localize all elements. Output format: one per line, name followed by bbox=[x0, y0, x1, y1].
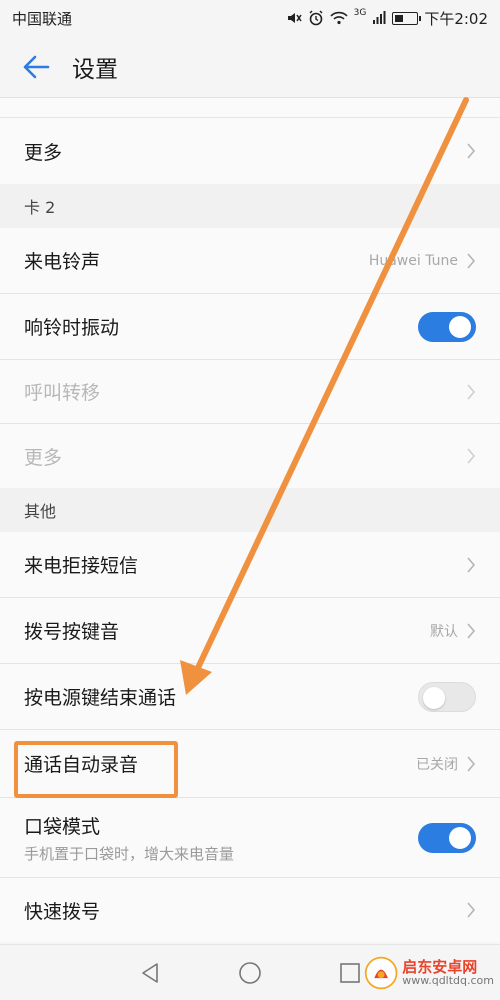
row-label: 更多 bbox=[24, 446, 63, 469]
row-label: 响铃时振动 bbox=[24, 317, 120, 339]
back-arrow-icon bbox=[23, 55, 50, 78]
signal-icon bbox=[373, 11, 386, 24]
section-header-other: 其他 bbox=[0, 488, 500, 532]
carrier-label: 中国联通 bbox=[12, 9, 73, 28]
chevron-right-icon bbox=[467, 448, 476, 464]
row-vibrate: 响铃时振动 bbox=[0, 294, 500, 360]
row-call-forwarding: 呼叫转移 bbox=[0, 360, 500, 424]
watermark-logo-icon bbox=[364, 956, 398, 990]
alarm-icon bbox=[309, 10, 323, 26]
app-bar: 设置 bbox=[0, 36, 500, 98]
row-value: Huawei Tune bbox=[368, 252, 458, 269]
row-ringtone[interactable]: 来电铃声 Huawei Tune bbox=[0, 228, 500, 294]
row-label: 快速拨号 bbox=[24, 900, 101, 923]
row-label: 来电铃声 bbox=[24, 251, 101, 273]
row-pocket-mode: 口袋模式 手机置于口袋时，增大来电音量 bbox=[0, 798, 500, 878]
back-button[interactable] bbox=[0, 36, 72, 98]
nav-back-icon[interactable] bbox=[139, 962, 161, 984]
row-more-card1[interactable]: 更多 bbox=[0, 118, 500, 184]
chevron-right-icon bbox=[467, 252, 476, 269]
chevron-right-icon bbox=[467, 622, 476, 639]
status-bar: 中国联通 3G 下午2:02 bbox=[0, 0, 500, 36]
chevron-right-icon bbox=[467, 755, 476, 772]
chevron-right-icon bbox=[467, 902, 476, 918]
clock: 下午2:02 bbox=[424, 9, 488, 28]
nav-home-icon[interactable] bbox=[238, 961, 262, 985]
row-label: 更多 bbox=[24, 141, 63, 164]
row-label: 呼叫转移 bbox=[24, 382, 101, 404]
mute-icon bbox=[287, 13, 302, 23]
row-value: 已关闭 bbox=[416, 756, 458, 773]
section-header-card2: 卡 2 bbox=[0, 184, 500, 228]
row-label: 口袋模式 bbox=[24, 815, 101, 838]
network-type: 3G bbox=[353, 8, 367, 18]
wifi-icon bbox=[330, 11, 348, 25]
watermark-title: 启东安卓网 bbox=[402, 957, 478, 976]
row-speed-dial[interactable]: 快速拨号 bbox=[0, 878, 500, 942]
row-dial-tone[interactable]: 拨号按键音 默认 bbox=[0, 598, 500, 664]
nav-recents-icon[interactable] bbox=[339, 962, 361, 984]
page-title: 设置 bbox=[72, 56, 118, 83]
watermark-url: www.qdltdq.com bbox=[402, 974, 494, 988]
row-value: 默认 bbox=[430, 623, 458, 640]
power-key-toggle[interactable] bbox=[418, 681, 476, 712]
row-label: 按电源键结束通话 bbox=[24, 687, 177, 709]
chevron-right-icon bbox=[467, 383, 476, 400]
pocket-mode-text: 口袋模式 手机置于口袋时，增大来电音量 bbox=[24, 812, 234, 864]
status-icons: 3G 下午2:02 bbox=[286, 8, 488, 29]
list-card-edge bbox=[0, 98, 500, 118]
annotation-highlight-box bbox=[14, 741, 178, 798]
vibrate-toggle[interactable] bbox=[418, 311, 476, 342]
row-label: 来电拒接短信 bbox=[24, 555, 139, 577]
row-label: 拨号按键音 bbox=[24, 621, 120, 643]
pocket-mode-toggle[interactable] bbox=[418, 822, 476, 853]
settings-list: 更多 卡 2 来电铃声 Huawei Tune 响铃时振动 呼叫转移 更多 其他… bbox=[0, 98, 500, 942]
row-reject-sms[interactable]: 来电拒接短信 bbox=[0, 532, 500, 598]
chevron-right-icon bbox=[467, 143, 476, 159]
row-subtitle: 手机置于口袋时，增大来电音量 bbox=[24, 844, 235, 863]
row-power-key-end-call: 按电源键结束通话 bbox=[0, 664, 500, 730]
chevron-right-icon bbox=[467, 556, 476, 573]
battery-icon bbox=[392, 11, 422, 25]
watermark: 启东安卓网 www.qdltdq.com bbox=[364, 950, 494, 996]
row-more-card2: 更多 bbox=[0, 424, 500, 488]
